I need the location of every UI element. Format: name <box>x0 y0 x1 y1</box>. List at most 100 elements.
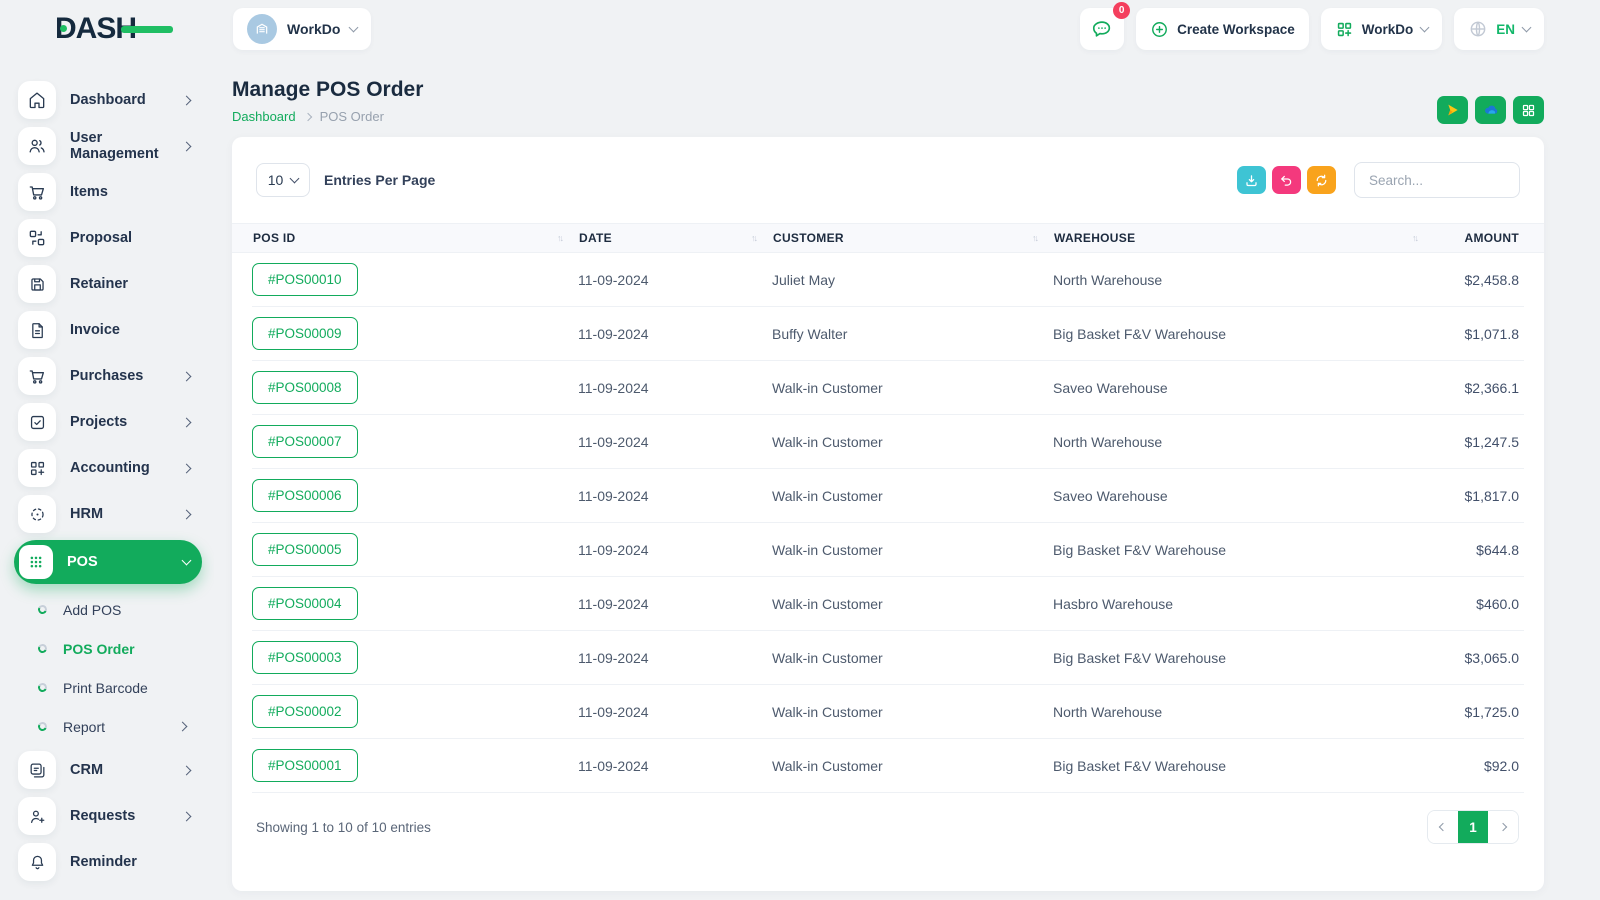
pagination-next-button[interactable] <box>1488 811 1518 843</box>
sidebar-item-requests[interactable]: Requests <box>14 796 202 836</box>
order-date: 11-09-2024 <box>578 271 649 288</box>
customer-name: Walk-in Customer <box>772 487 883 504</box>
sidebar-item-retainer[interactable]: Retainer <box>14 264 202 304</box>
pagination-page-1[interactable]: 1 <box>1458 811 1488 843</box>
chevron-down-icon <box>348 22 359 33</box>
chevron-right-icon <box>177 721 188 732</box>
logo-green-dot <box>60 25 67 32</box>
column-header-date[interactable]: DATE ↑↓ <box>578 231 772 245</box>
messages-button[interactable]: 0 <box>1080 2 1131 50</box>
sidebar-item-crm[interactable]: CRM <box>14 750 202 790</box>
sidebar-subitem-report[interactable]: Report <box>14 707 202 746</box>
sidebar-item-dashboard[interactable]: Dashboard <box>14 80 202 120</box>
order-date: 11-09-2024 <box>578 703 649 720</box>
sidebar-item-reminder[interactable]: Reminder <box>14 842 202 882</box>
search-input[interactable] <box>1354 162 1520 198</box>
pos-id-link[interactable]: #POS00010 <box>252 263 358 296</box>
chevron-right-icon <box>181 463 192 473</box>
showing-entries-text: Showing 1 to 10 of 10 entries <box>256 819 431 835</box>
drive-export-button[interactable] <box>1437 96 1468 124</box>
app-root: DASH WorkDo 0 Create Workspace WorkDo EN… <box>0 0 1600 900</box>
brand-logo[interactable]: DASH <box>55 12 173 46</box>
warehouse-name: North Warehouse <box>1053 433 1163 450</box>
order-date: 11-09-2024 <box>578 433 649 450</box>
order-amount: $460.0 <box>1476 595 1519 612</box>
bullet-icon <box>36 603 49 616</box>
export-download-button[interactable] <box>1237 166 1266 194</box>
column-header-customer[interactable]: CUSTOMER ↑↓ <box>772 231 1053 245</box>
order-amount: $1,817.0 <box>1464 487 1520 504</box>
pos-id-link[interactable]: #POS00006 <box>252 479 358 512</box>
language-label: EN <box>1496 21 1515 37</box>
sidebar-item-items[interactable]: Items <box>14 172 202 212</box>
sidebar-subitem-pos-order[interactable]: POS Order <box>14 629 202 668</box>
warehouse-name: Hasbro Warehouse <box>1053 595 1174 612</box>
sidebar-item-pos[interactable]: POS <box>14 540 202 584</box>
pagination-prev-button[interactable] <box>1428 811 1458 843</box>
chevron-right-icon <box>181 417 192 427</box>
sidebar-item-hrm[interactable]: HRM <box>14 494 202 534</box>
table-row: #POS00009 11-09-2024 Buffy Walter Big Ba… <box>252 307 1524 361</box>
grid-view-button[interactable] <box>1513 96 1544 124</box>
sidebar-subitem-add-pos[interactable]: Add POS <box>14 590 202 629</box>
language-selector[interactable]: EN <box>1454 8 1544 50</box>
grid-plus-icon <box>1337 22 1351 36</box>
chevron-right-icon <box>181 811 192 821</box>
order-amount: $1,247.5 <box>1464 433 1520 450</box>
bullet-icon <box>36 642 49 655</box>
pos-id-link[interactable]: #POS00005 <box>252 533 358 566</box>
order-date: 11-09-2024 <box>578 757 649 774</box>
customer-name: Walk-in Customer <box>772 595 883 612</box>
entries-per-page-select[interactable]: 10 <box>256 163 310 197</box>
pos-id-link[interactable]: #POS00008 <box>252 371 358 404</box>
sidebar-item-invoice[interactable]: Invoice <box>14 310 202 350</box>
download-icon <box>1246 174 1257 186</box>
order-date: 11-09-2024 <box>578 487 649 504</box>
sort-icon: ↑↓ <box>557 233 564 243</box>
table-footer: Showing 1 to 10 of 10 entries 1 <box>232 795 1544 859</box>
pos-id-link[interactable]: #POS00009 <box>252 317 358 350</box>
breadcrumb-dashboard-link[interactable]: Dashboard <box>232 109 296 124</box>
onedrive-cloud-icon <box>1484 105 1497 114</box>
home-icon <box>18 81 56 119</box>
order-amount: $1,725.0 <box>1464 703 1520 720</box>
sidebar-item-proposal[interactable]: Proposal <box>14 218 202 258</box>
sort-icon: ↑↓ <box>1412 233 1419 243</box>
pos-id-link[interactable]: #POS00004 <box>252 587 358 620</box>
workdo-menu-button[interactable]: WorkDo <box>1320 8 1443 50</box>
sidebar-item-user-management[interactable]: User Management <box>14 126 202 166</box>
chevron-right-icon <box>181 765 192 775</box>
warehouse-name: Big Basket F&V Warehouse <box>1053 541 1227 558</box>
column-header-pos-id[interactable]: POS ID ↑↓ <box>252 231 578 245</box>
order-amount: $3,065.0 <box>1464 649 1520 666</box>
customer-name: Walk-in Customer <box>772 757 883 774</box>
pos-id-link[interactable]: #POS00001 <box>252 749 358 782</box>
pos-submenu: Add POS POS Order Print Barcode Report <box>14 590 202 746</box>
customer-name: Walk-in Customer <box>772 433 883 450</box>
table-row: #POS00005 11-09-2024 Walk-in Customer Bi… <box>252 523 1524 577</box>
cart-icon <box>18 173 56 211</box>
page-title: Manage POS Order <box>232 78 424 101</box>
order-date: 11-09-2024 <box>578 325 649 342</box>
sidebar-subitem-print-barcode[interactable]: Print Barcode <box>14 668 202 707</box>
workspace-switcher[interactable]: WorkDo <box>233 8 372 50</box>
sidebar-item-projects[interactable]: Projects <box>14 402 202 442</box>
file-invoice-icon <box>18 311 56 349</box>
sidebar-item-accounting[interactable]: Accounting <box>14 448 202 488</box>
sidebar-item-purchases[interactable]: Purchases <box>14 356 202 396</box>
undo-button[interactable] <box>1272 166 1301 194</box>
pos-id-link[interactable]: #POS00007 <box>252 425 358 458</box>
order-date: 11-09-2024 <box>578 649 649 666</box>
refresh-button[interactable] <box>1307 166 1336 194</box>
chevron-right-icon <box>303 112 312 121</box>
warehouse-name: North Warehouse <box>1053 271 1163 288</box>
pos-id-link[interactable]: #POS00002 <box>252 695 358 728</box>
warehouse-name: Saveo Warehouse <box>1053 487 1168 504</box>
table-row: #POS00006 11-09-2024 Walk-in Customer Sa… <box>252 469 1524 523</box>
customer-name: Walk-in Customer <box>772 703 883 720</box>
column-header-warehouse[interactable]: WAREHOUSE ↑↓ <box>1053 231 1433 245</box>
pos-id-link[interactable]: #POS00003 <box>252 641 358 674</box>
onedrive-export-button[interactable] <box>1475 96 1506 124</box>
create-workspace-button[interactable]: Create Workspace <box>1136 8 1309 50</box>
column-header-amount[interactable]: AMOUNT <box>1433 231 1524 245</box>
